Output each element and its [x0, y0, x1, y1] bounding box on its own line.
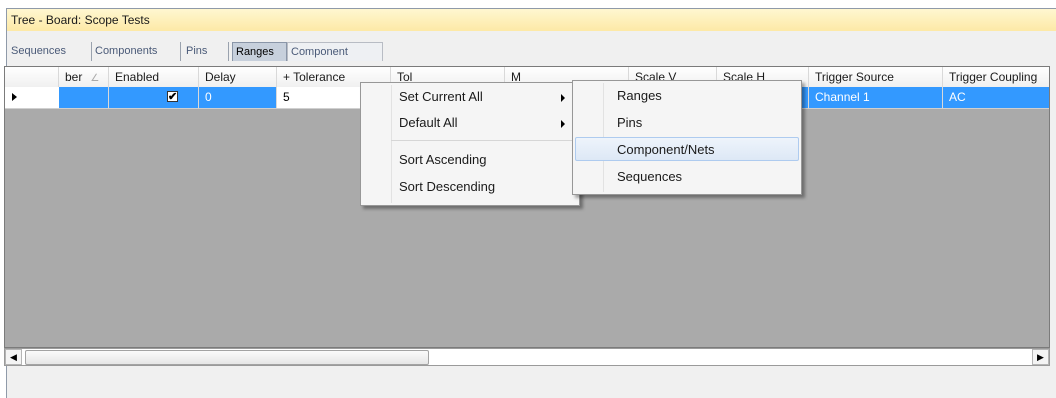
- window-title: Tree - Board: Scope Tests: [11, 13, 150, 27]
- submenu-set-current-all: Ranges Pins Component/Nets Sequences: [572, 80, 802, 195]
- submenu-item-ranges[interactable]: Ranges: [575, 84, 799, 108]
- tab-strip: Sequences Components Pins Ranges Compone…: [7, 31, 1056, 77]
- submenu-item-component-nets[interactable]: Component/Nets: [575, 137, 799, 161]
- menu-item-sort-ascending[interactable]: Sort Ascending: [363, 148, 577, 172]
- column-header-enabled[interactable]: Enabled: [109, 67, 199, 87]
- scroll-thumb[interactable]: [25, 350, 429, 365]
- cell-delay[interactable]: 0: [199, 87, 277, 108]
- submenu-arrow-icon: [561, 94, 565, 102]
- row-header-corner: [5, 67, 59, 87]
- row-header[interactable]: [5, 87, 60, 108]
- menu-separator: [391, 140, 575, 141]
- submenu-item-pins[interactable]: Pins: [575, 111, 799, 135]
- scroll-left-icon[interactable]: ◀: [5, 349, 22, 365]
- column-header-trigger-source[interactable]: Trigger Source: [809, 67, 943, 87]
- current-row-arrow-icon: [12, 93, 17, 101]
- scroll-right-icon[interactable]: ▶: [1032, 349, 1049, 365]
- horizontal-scrollbar[interactable]: ◀ ▶: [4, 348, 1050, 366]
- submenu-arrow-icon: [561, 120, 565, 128]
- column-header-delay[interactable]: Delay: [199, 67, 277, 87]
- column-header-number[interactable]: ber ∠: [59, 67, 109, 87]
- tab-components[interactable]: Components: [92, 42, 181, 61]
- menu-item-sort-descending[interactable]: Sort Descending: [363, 175, 577, 199]
- menu-item-set-current-all[interactable]: Set Current All: [363, 85, 577, 109]
- cell-trigger-coupling[interactable]: AC: [943, 87, 1049, 108]
- submenu-item-sequences[interactable]: Sequences: [575, 165, 799, 189]
- context-menu: Set Current All Default All Sort Ascendi…: [360, 82, 580, 206]
- tab-pins[interactable]: Pins: [183, 42, 229, 61]
- tab-component-scans[interactable]: Component Scans: [287, 42, 383, 77]
- tab-ranges[interactable]: Ranges: [232, 42, 287, 61]
- enabled-checkbox[interactable]: ✔: [167, 91, 178, 103]
- cell-enabled[interactable]: ✔: [109, 87, 199, 108]
- tab-sequences[interactable]: Sequences: [8, 42, 92, 61]
- sort-indicator-icon: ∠: [90, 73, 100, 84]
- column-header-trigger-coupling[interactable]: Trigger Coupling: [943, 67, 1049, 87]
- cell-number[interactable]: [59, 87, 109, 108]
- cell-trigger-source[interactable]: Channel 1: [809, 87, 943, 108]
- window-titlebar: Tree - Board: Scope Tests: [7, 9, 1056, 32]
- menu-item-default-all[interactable]: Default All: [363, 111, 577, 135]
